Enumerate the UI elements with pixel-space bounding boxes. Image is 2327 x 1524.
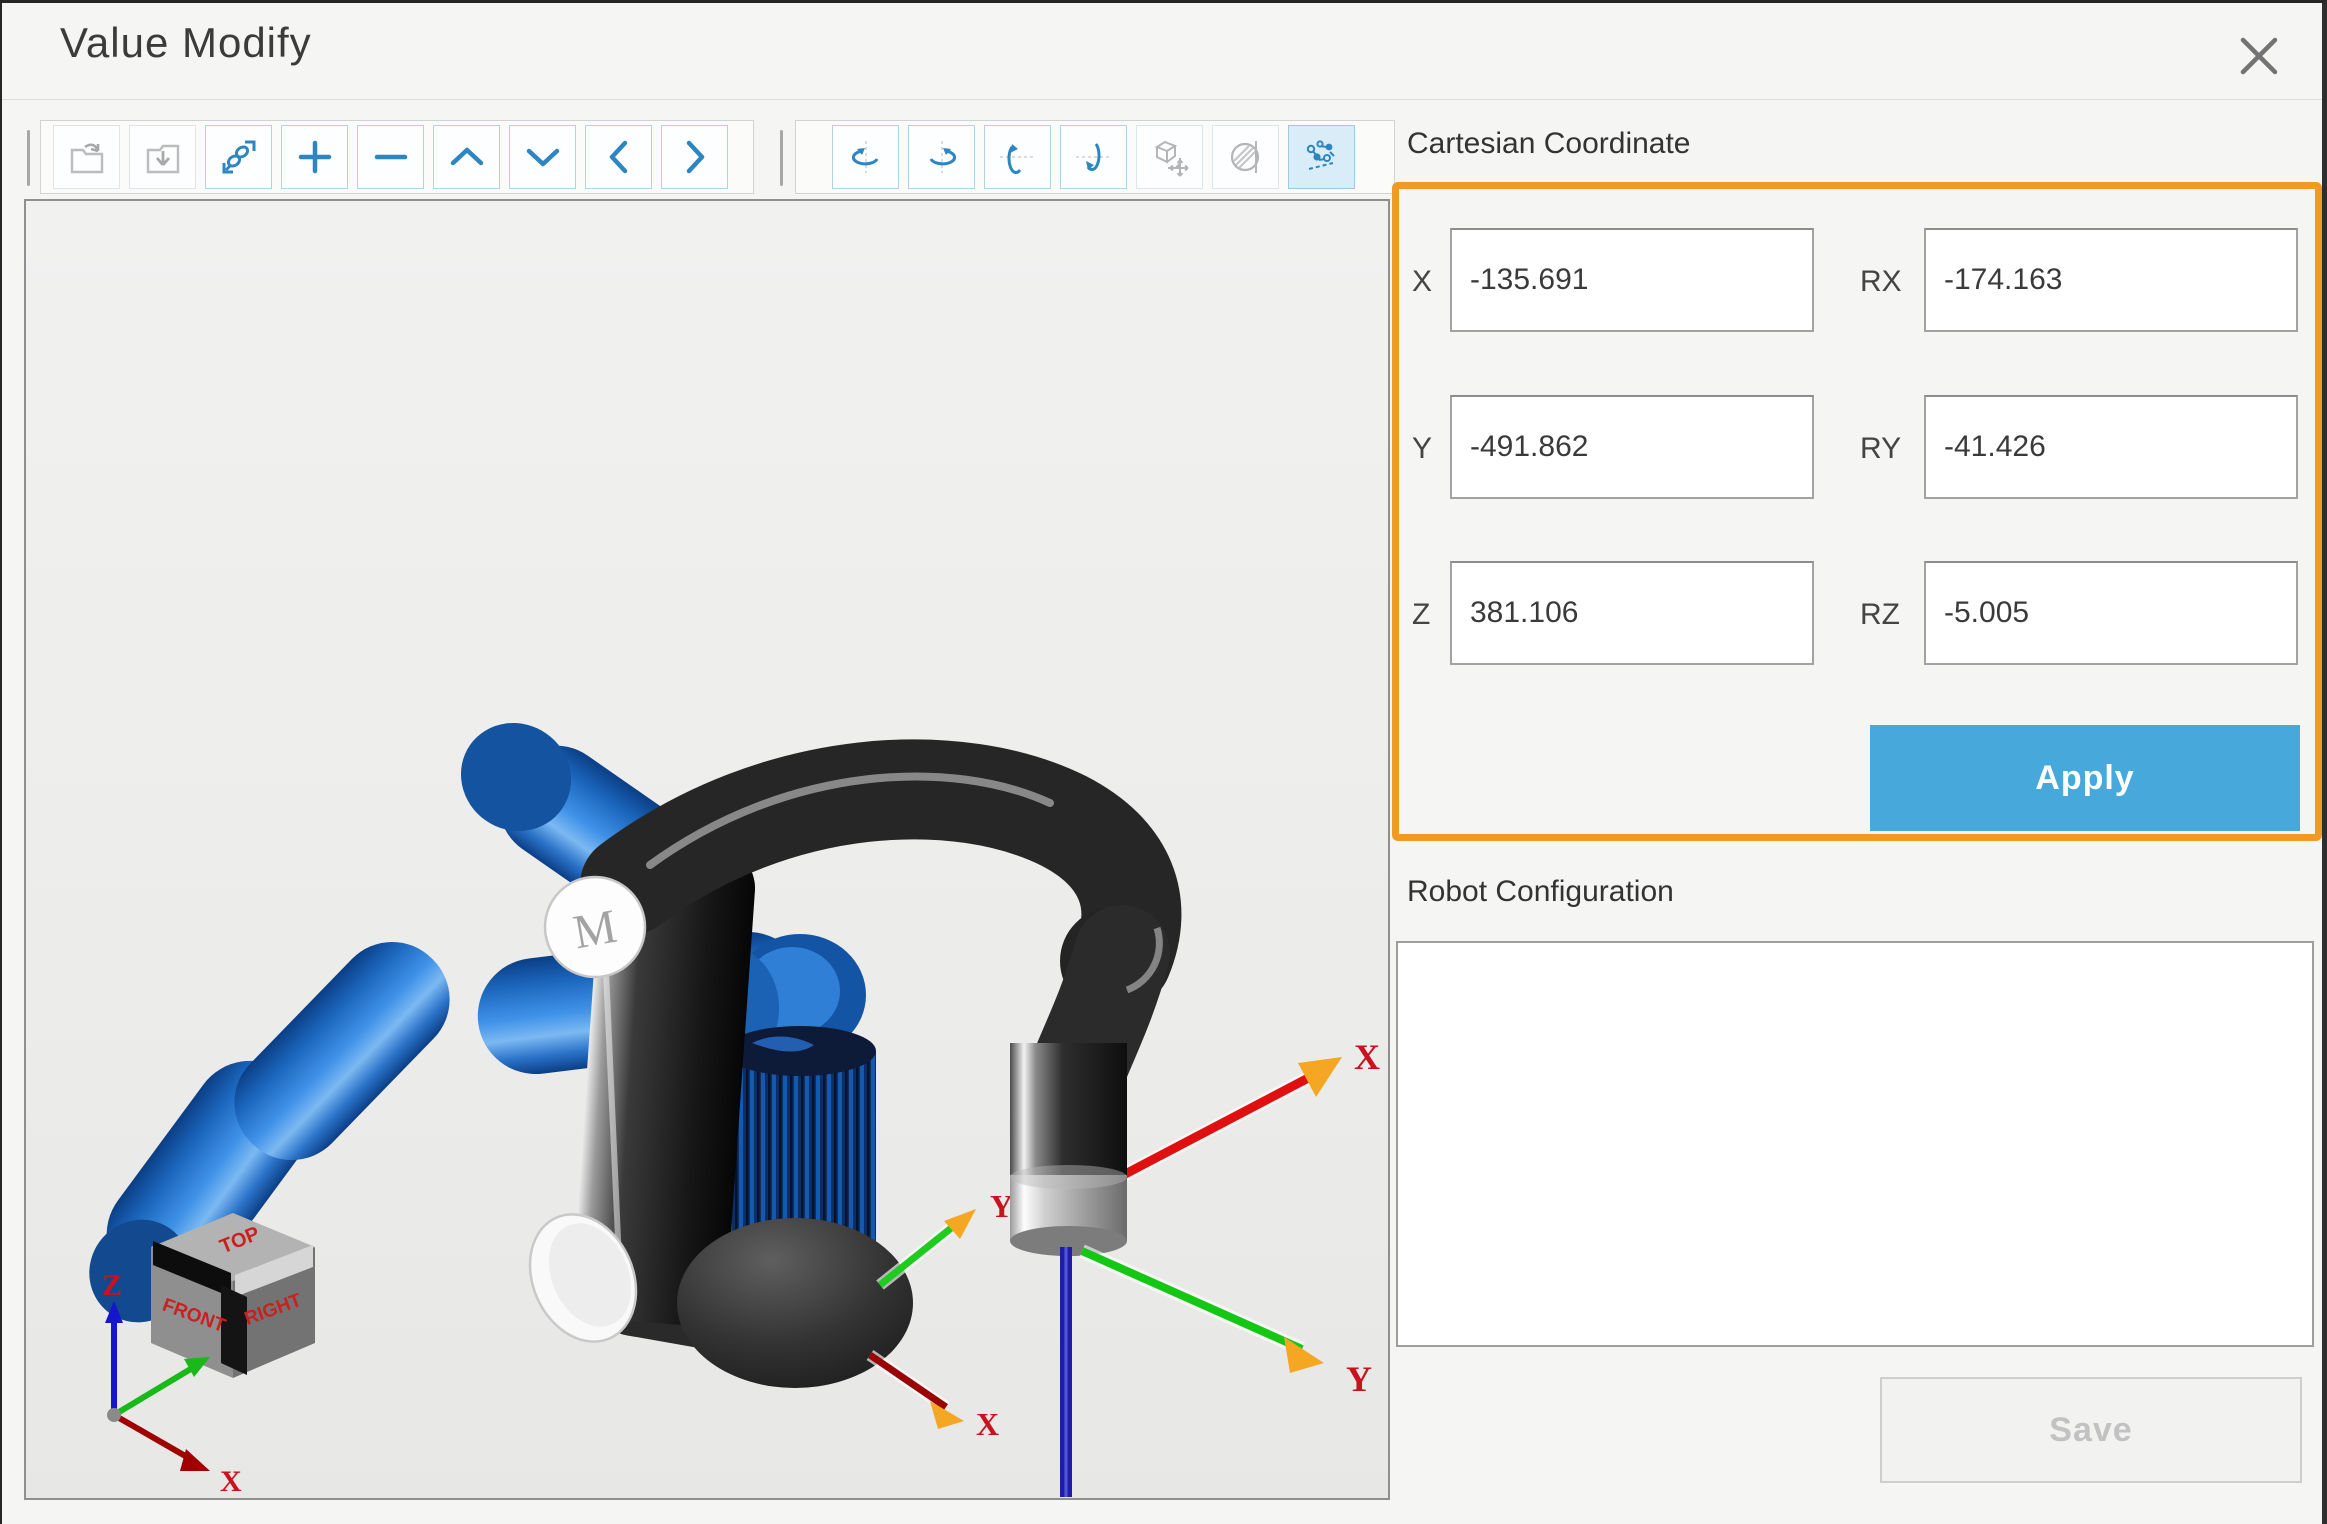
pan-left-button[interactable] (585, 125, 652, 189)
pan-object-button[interactable] (1136, 125, 1203, 189)
rx-label: RX (1860, 265, 1902, 299)
toolbar-file-view-group (40, 120, 754, 194)
rotate-yaw-left-button[interactable] (832, 125, 899, 189)
tool-y-axis-label: Y (1346, 1359, 1372, 1399)
value-modify-dialog: Value Modify (0, 0, 2327, 1524)
zoom-in-button[interactable] (281, 125, 348, 189)
pan-down-button[interactable] (509, 125, 576, 189)
fit-view-icon (217, 135, 261, 179)
zoom-out-button[interactable] (357, 125, 424, 189)
toolbar-grip[interactable] (27, 130, 30, 186)
header-divider (2, 99, 2327, 100)
y-label: Y (1412, 432, 1432, 466)
cartesian-section-title: Cartesian Coordinate (1407, 127, 1691, 161)
pan-right-button[interactable] (661, 125, 728, 189)
chevron-up-icon (445, 135, 489, 179)
orbit-sphere-icon (1223, 135, 1269, 179)
rx-input[interactable] (1924, 228, 2298, 332)
close-icon (2237, 34, 2281, 78)
triad-x-label: X (220, 1465, 242, 1498)
rotate-pitch-down-button[interactable] (1060, 125, 1127, 189)
page-title: Value Modify (60, 19, 312, 67)
folder-open-icon (65, 135, 109, 179)
rotate-pitch-up-button[interactable] (984, 125, 1051, 189)
rotate-yaw-right-button[interactable] (908, 125, 975, 189)
base-x-axis-label: X (976, 1406, 999, 1442)
pan-up-button[interactable] (433, 125, 500, 189)
close-button[interactable] (2230, 27, 2288, 85)
robot-configuration-title: Robot Configuration (1407, 875, 1674, 909)
toolbar-rotate-group (795, 120, 1395, 194)
robot-view-button[interactable] (1288, 125, 1355, 189)
tool-x-axis-label: X (1354, 1037, 1380, 1077)
apply-button[interactable]: Apply (1870, 725, 2300, 831)
viewport-3d-canvas[interactable]: Y X M (24, 199, 1390, 1500)
chevron-left-icon (597, 135, 641, 179)
toolbar-grip[interactable] (780, 130, 783, 186)
chevron-right-icon (673, 135, 717, 179)
save-button[interactable]: Save (1880, 1377, 2302, 1483)
ry-label: RY (1860, 432, 1901, 466)
tool-flange (1010, 1043, 1127, 1256)
plus-icon (293, 135, 337, 179)
joint-disc: M (545, 877, 645, 977)
fit-view-button[interactable] (205, 125, 272, 189)
disc-logo-m: M (569, 900, 620, 960)
pan-cube-icon (1147, 135, 1193, 179)
folder-download-icon (141, 135, 185, 179)
robot-scene: Y X M (26, 201, 1388, 1498)
ry-input[interactable] (1924, 395, 2298, 499)
import-folder-button[interactable] (129, 125, 196, 189)
view-cube[interactable]: TOP FRONT RIGHT (151, 1213, 315, 1378)
rz-input[interactable] (1924, 561, 2298, 665)
z-input[interactable] (1450, 561, 1814, 665)
triad-z-label: Z (102, 1269, 122, 1302)
y-input[interactable] (1450, 395, 1814, 499)
base-y-axis-label: Y (990, 1188, 1013, 1224)
z-label: Z (1412, 598, 1430, 632)
rz-label: RZ (1860, 598, 1900, 632)
x-label: X (1412, 265, 1432, 299)
rotate-left-icon (843, 135, 889, 179)
chevron-down-icon (521, 135, 565, 179)
robot-configuration-list[interactable] (1396, 941, 2314, 1347)
tool-y-axis: Y (1082, 1251, 1372, 1399)
robot-view-icon (1299, 135, 1345, 179)
x-input[interactable] (1450, 228, 1814, 332)
rotate-right-icon (919, 135, 965, 179)
rotate-up-icon (995, 135, 1041, 179)
rotate-down-icon (1071, 135, 1117, 179)
open-folder-button[interactable] (53, 125, 120, 189)
orbit-sphere-button[interactable] (1212, 125, 1279, 189)
minus-icon (369, 135, 413, 179)
